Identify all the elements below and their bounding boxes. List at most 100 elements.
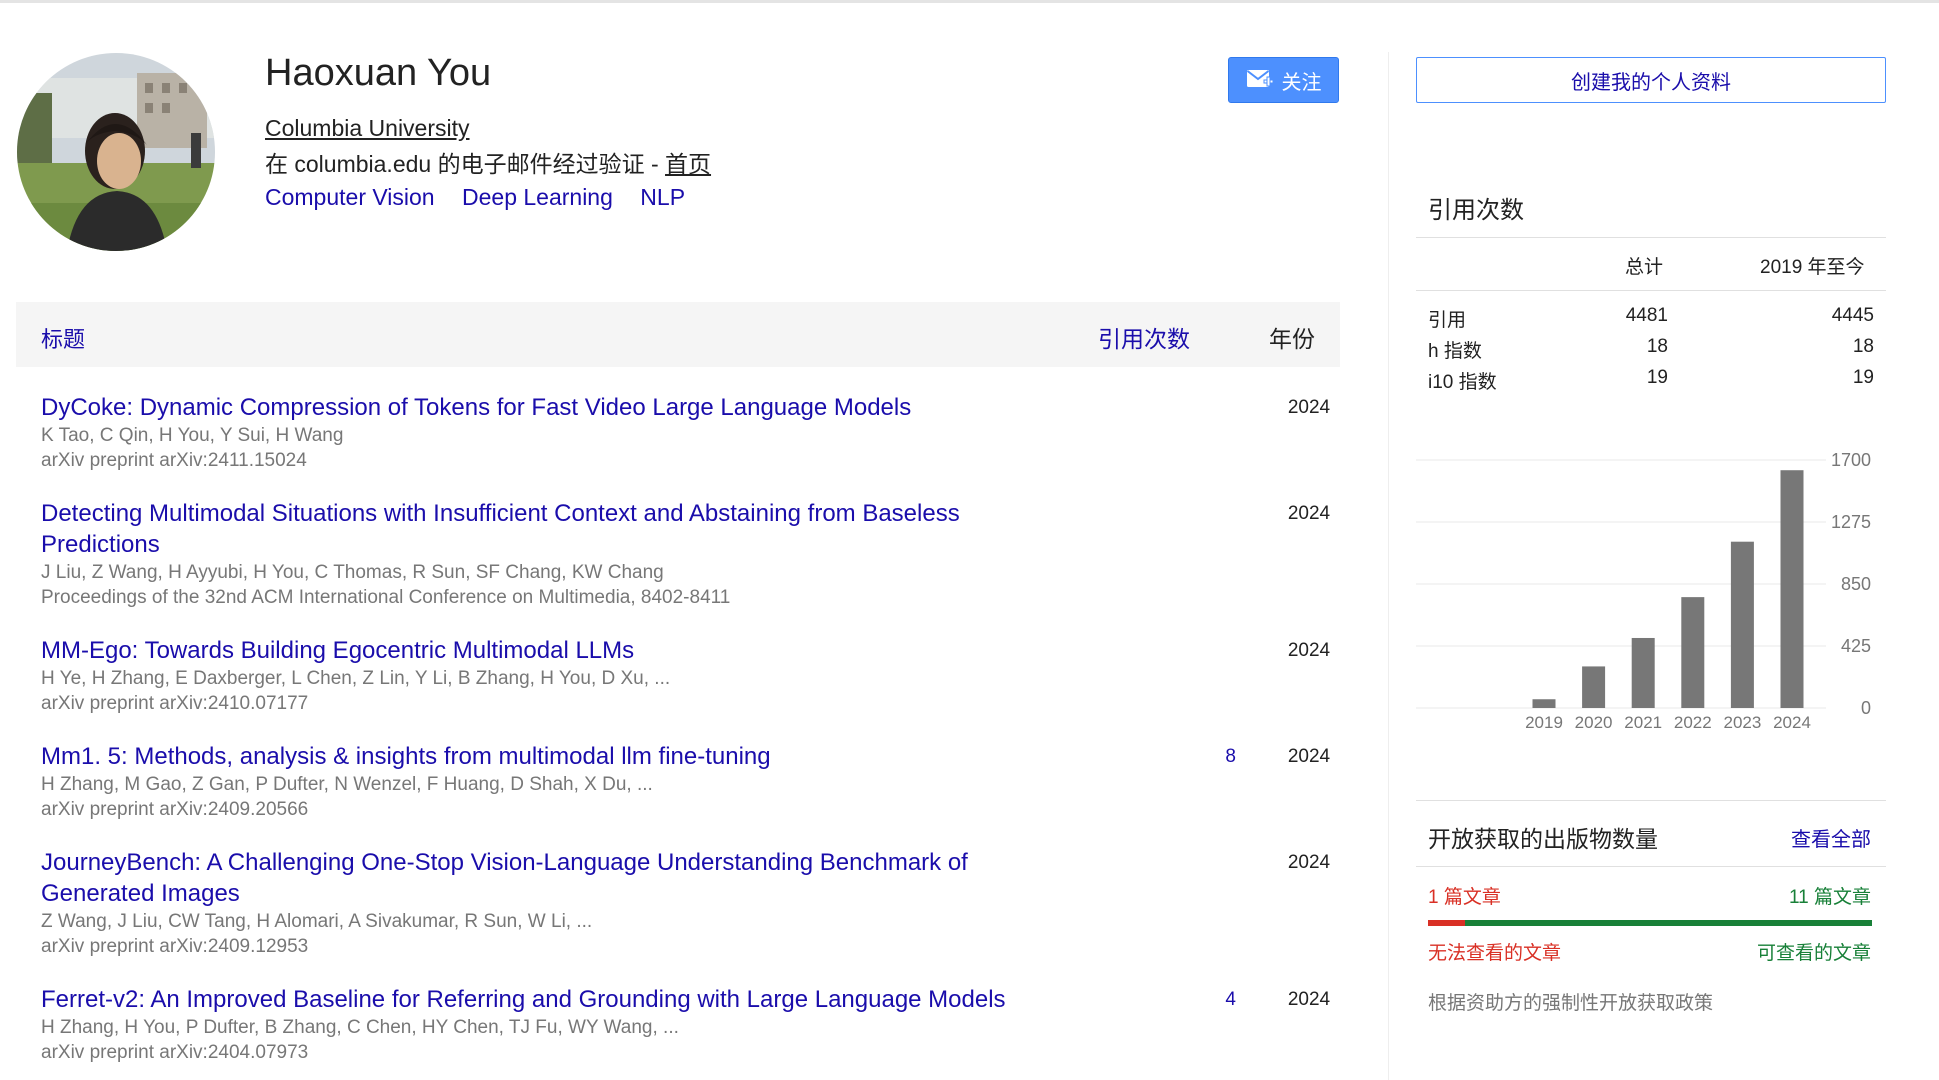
verification-text: 在 columbia.edu 的电子邮件经过验证 - xyxy=(265,151,666,177)
mail-icon xyxy=(1246,70,1273,87)
stats-header-since-2019: 2019 年至今 xyxy=(1760,257,1865,278)
available-articles-label[interactable]: 可查看的文章 xyxy=(1757,938,1871,965)
available-articles-count[interactable]: 11 篇文章 xyxy=(1789,882,1871,909)
publication-row: Detecting Multimodal Situations with Ins… xyxy=(41,498,1341,610)
stats-recent-h-index: 18 xyxy=(1852,336,1874,357)
publication-row: JourneyBench: A Challenging One-Stop Vis… xyxy=(41,847,1341,959)
publication-venue: arXiv preprint arXiv:2409.12953 xyxy=(41,936,309,957)
publication-venue: Proceedings of the 32nd ACM Internationa… xyxy=(41,587,731,608)
chart-bar-2024[interactable] xyxy=(1780,470,1804,708)
publication-year: 2024 xyxy=(1287,640,1331,661)
publication-authors: H Zhang, H You, P Dufter, B Zhang, C Che… xyxy=(41,1017,679,1038)
cited-by-heading: 引用次数 xyxy=(1428,197,1524,224)
chart-bar-2022[interactable] xyxy=(1681,597,1705,708)
stats-total-h-index: 18 xyxy=(1646,336,1668,357)
sidebar-divider xyxy=(1388,52,1389,1080)
top-border xyxy=(0,0,1939,3)
unavailable-articles-label[interactable]: 无法查看的文章 xyxy=(1428,938,1561,965)
stats-row-i10-index: i10 指数 19 19 xyxy=(1416,367,1886,397)
interest-computer-vision[interactable]: Computer Vision xyxy=(265,184,435,210)
chart-y-tick-label: 0 xyxy=(1861,698,1871,718)
chart-bar-2023[interactable] xyxy=(1730,541,1754,708)
publication-venue: arXiv preprint arXiv:2411.15024 xyxy=(41,450,307,471)
publication-title-link[interactable]: MM-Ego: Towards Building Egocentric Mult… xyxy=(41,635,1041,666)
open-access-top-divider xyxy=(1416,800,1886,801)
publication-authors: K Tao, C Qin, H You, Y Sui, H Wang xyxy=(41,425,344,446)
follow-label: 关注 xyxy=(1281,71,1322,94)
affiliation-link[interactable]: Columbia University xyxy=(265,115,470,142)
stats-total-i10-index: 19 xyxy=(1646,367,1668,388)
publication-year: 2024 xyxy=(1287,852,1331,873)
chart-bar-2021[interactable] xyxy=(1631,637,1655,708)
homepage-link[interactable]: 首页 xyxy=(665,151,711,177)
chart-x-tick-label: 2021 xyxy=(1624,713,1662,732)
stats-divider xyxy=(1416,237,1886,238)
column-year-sort[interactable]: 年份 xyxy=(1269,320,1315,354)
publication-year: 2024 xyxy=(1287,989,1331,1010)
chart-x-tick-label: 2023 xyxy=(1723,713,1761,732)
publication-row: DyCoke: Dynamic Compression of Tokens fo… xyxy=(41,392,1341,473)
publication-year: 2024 xyxy=(1287,397,1331,418)
citations-per-year-chart: 1700 1275 850 425 0 2019 2020 2021 2022 2023 2024 xyxy=(1416,450,1871,732)
chart-bar-2020[interactable] xyxy=(1582,666,1606,708)
interest-deep-learning[interactable]: Deep Learning xyxy=(462,184,613,210)
stats-header-divider xyxy=(1416,290,1886,291)
publication-year: 2024 xyxy=(1287,503,1331,524)
publications-table-header: 标题 引用次数 年份 xyxy=(16,302,1340,367)
chart-x-tick-label: 2022 xyxy=(1674,713,1712,732)
publication-title-link[interactable]: Mm1. 5: Methods, analysis & insights fro… xyxy=(41,741,1041,772)
publication-title-link[interactable]: DyCoke: Dynamic Compression of Tokens fo… xyxy=(41,392,1041,423)
publication-venue: arXiv preprint arXiv:2410.07177 xyxy=(41,693,309,714)
stats-row-citations: 引用 4481 4445 xyxy=(1416,305,1886,335)
chart-bar-2019[interactable] xyxy=(1532,699,1556,708)
column-title-sort[interactable]: 标题 xyxy=(41,322,85,354)
publication-cited-by[interactable]: 8 xyxy=(1176,746,1236,768)
publication-venue: arXiv preprint arXiv:2409.20566 xyxy=(41,799,309,820)
publication-authors: H Ye, H Zhang, E Daxberger, L Chen, Z Li… xyxy=(41,668,671,689)
publication-year: 2024 xyxy=(1287,746,1331,767)
profile-avatar xyxy=(17,53,215,251)
follow-button[interactable]: 关注 xyxy=(1228,57,1339,103)
stats-header-total: 总计 xyxy=(1625,257,1664,278)
stats-row-h-index: h 指数 18 18 xyxy=(1416,336,1886,366)
chart-x-tick-label: 2019 xyxy=(1525,713,1563,732)
publication-row: Ferret-v2: An Improved Baseline for Refe… xyxy=(41,984,1341,1065)
chart-x-tick-label: 2020 xyxy=(1575,713,1613,732)
chart-y-tick-label: 425 xyxy=(1841,636,1871,656)
unavailable-bar-segment xyxy=(1428,920,1465,926)
email-verification: 在 columbia.edu 的电子邮件经过验证 - 首页 xyxy=(265,145,711,179)
publication-title-link[interactable]: JourneyBench: A Challenging One-Stop Vis… xyxy=(41,847,1041,909)
stats-recent-i10-index: 19 xyxy=(1852,367,1874,388)
mandate-policy-note: 根据资助方的强制性开放获取政策 xyxy=(1428,993,1714,1014)
create-profile-button[interactable]: 创建我的个人资料 xyxy=(1416,57,1886,103)
available-bar-segment xyxy=(1464,920,1872,926)
stats-label-citations[interactable]: 引用 xyxy=(1428,305,1466,332)
chart-x-tick-label: 2024 xyxy=(1773,713,1811,732)
publication-title-link[interactable]: Ferret-v2: An Improved Baseline for Refe… xyxy=(41,984,1041,1015)
profile-name: Haoxuan You xyxy=(265,52,492,94)
publication-title-link[interactable]: Detecting Multimodal Situations with Ins… xyxy=(41,498,1041,560)
open-access-progress-bar xyxy=(1428,920,1872,926)
stats-label-i10-index[interactable]: i10 指数 xyxy=(1428,367,1497,394)
chart-y-tick-label: 1700 xyxy=(1831,450,1871,470)
research-interests: Computer Vision Deep Learning NLP xyxy=(265,184,706,211)
publication-authors: H Zhang, M Gao, Z Gan, P Dufter, N Wenze… xyxy=(41,774,653,795)
column-cited-by-sort[interactable]: 引用次数 xyxy=(1098,320,1190,354)
publication-cited-by[interactable]: 4 xyxy=(1176,989,1236,1011)
stats-recent-citations: 4445 xyxy=(1831,305,1874,326)
view-all-link[interactable]: 查看全部 xyxy=(1791,823,1871,852)
unavailable-articles-count[interactable]: 1 篇文章 xyxy=(1428,882,1501,909)
publication-authors: J Liu, Z Wang, H Ayyubi, H You, C Thomas… xyxy=(41,562,664,583)
stats-label-h-index[interactable]: h 指数 xyxy=(1428,336,1482,363)
publication-row: MM-Ego: Towards Building Egocentric Mult… xyxy=(41,635,1341,716)
interest-nlp[interactable]: NLP xyxy=(640,184,685,210)
avatar-photo xyxy=(17,53,215,251)
chart-y-tick-label: 1275 xyxy=(1831,512,1871,532)
publication-row: Mm1. 5: Methods, analysis & insights fro… xyxy=(41,741,1341,822)
chart-y-tick-label: 850 xyxy=(1841,574,1871,594)
stats-total-citations: 4481 xyxy=(1625,305,1668,326)
publication-authors: Z Wang, J Liu, CW Tang, H Alomari, A Siv… xyxy=(41,911,593,932)
open-access-heading: 开放获取的出版物数量 xyxy=(1428,826,1658,852)
open-access-divider xyxy=(1416,866,1886,867)
publication-venue: arXiv preprint arXiv:2404.07973 xyxy=(41,1042,309,1063)
